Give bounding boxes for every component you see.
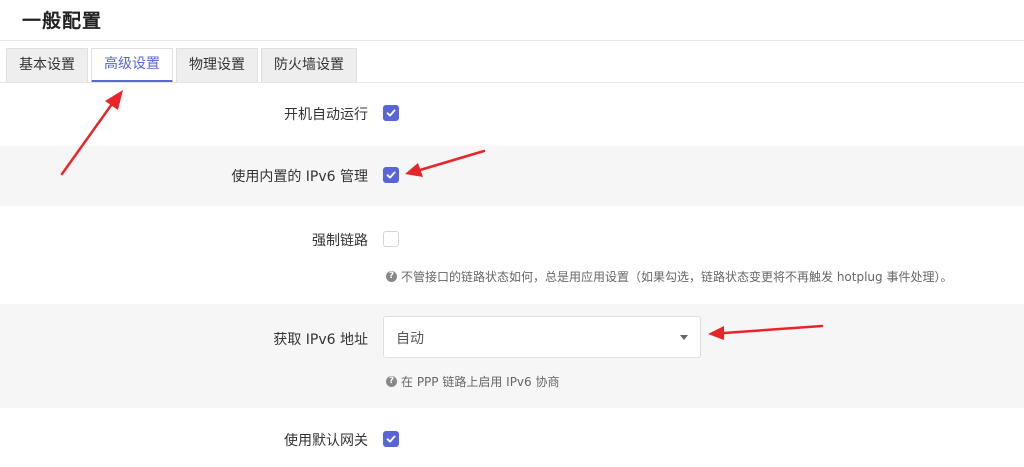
caret-down-icon (680, 335, 688, 340)
ipv6-builtin-label: 使用内置的 IPv6 管理 (231, 169, 368, 185)
title-divider (0, 40, 1024, 41)
question-circle-icon: ? (386, 271, 397, 282)
setting-row-ipv6-address: 获取 IPv6 地址 自动 ? 在 PPP 链路上启用 IPv6 协商 (0, 304, 1024, 408)
tab-bar: 基本设置 高级设置 物理设置 防火墙设置 (6, 48, 360, 83)
checkmark-icon (386, 109, 396, 117)
checkmark-icon (386, 435, 396, 443)
setting-row-force-link: 强制链路 ? 不管接口的链路状态如何，总是用应用设置（如果勾选，链路状态变更将不… (0, 206, 1024, 304)
checkmark-icon (386, 171, 396, 179)
ipv6-builtin-checkbox[interactable] (383, 167, 399, 183)
setting-row-default-gateway: 使用默认网关 (0, 408, 1024, 467)
setting-row-autostart: 开机自动运行 (0, 83, 1024, 146)
tab-physical-settings[interactable]: 物理设置 (176, 48, 258, 83)
ipv6-address-hint: ? 在 PPP 链路上启用 IPv6 协商 (386, 373, 559, 390)
question-circle-icon: ? (386, 376, 397, 387)
default-gateway-label: 使用默认网关 (284, 433, 368, 449)
ipv6-address-label: 获取 IPv6 地址 (273, 332, 368, 348)
page-title: 一般配置 (22, 10, 103, 32)
force-link-checkbox[interactable] (383, 231, 399, 247)
force-link-hint: ? 不管接口的链路状态如何，总是用应用设置（如果勾选，链路状态变更将不再触发 h… (386, 268, 952, 285)
ipv6-address-selected-value: 自动 (396, 331, 424, 347)
tab-firewall-settings[interactable]: 防火墙设置 (261, 48, 357, 83)
tab-advanced-settings[interactable]: 高级设置 (91, 48, 173, 83)
setting-row-ipv6-builtin: 使用内置的 IPv6 管理 (0, 146, 1024, 206)
default-gateway-checkbox[interactable] (383, 431, 399, 447)
ipv6-address-select[interactable]: 自动 (383, 316, 701, 358)
force-link-label: 强制链路 (312, 233, 368, 249)
force-link-hint-text: 不管接口的链路状态如何，总是用应用设置（如果勾选，链路状态变更将不再触发 hot… (401, 270, 953, 284)
autostart-checkbox[interactable] (383, 105, 399, 121)
autostart-label: 开机自动运行 (284, 107, 368, 123)
tab-basic-settings[interactable]: 基本设置 (6, 48, 88, 83)
ipv6-address-hint-text: 在 PPP 链路上启用 IPv6 协商 (401, 375, 560, 389)
